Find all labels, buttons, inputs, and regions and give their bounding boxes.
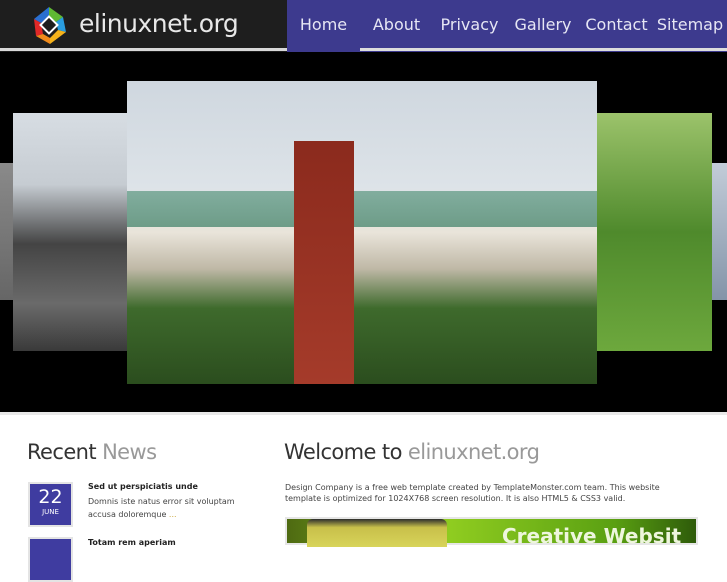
header: elinuxnet.org Home About Privacy Gallery…	[0, 0, 727, 52]
promo-banner[interactable]: Creative Websit	[285, 517, 698, 548]
header-divider	[0, 48, 287, 51]
recent-news-heading: Recent News	[27, 440, 157, 464]
palace-roof	[127, 191, 597, 227]
welcome-heading: Welcome to elinuxnet.org	[284, 440, 540, 464]
welcome-text: Design Company is a free web template cr…	[285, 483, 660, 503]
slider-divider	[0, 412, 727, 415]
nav-home[interactable]: Home	[287, 0, 360, 52]
slide-forest[interactable]	[597, 113, 712, 351]
slide-kremlin[interactable]	[127, 81, 597, 384]
nav-gallery[interactable]: Gallery	[506, 0, 580, 52]
news-date-badge	[28, 537, 73, 582]
nav-about[interactable]: About	[360, 0, 433, 52]
nav-sitemap[interactable]: Sitemap	[653, 0, 727, 52]
red-tower	[294, 141, 354, 384]
nav-contact[interactable]: Contact	[580, 0, 653, 52]
nav-underline	[360, 48, 727, 51]
site-name[interactable]: elinuxnet.org	[79, 9, 239, 38]
slide-city[interactable]	[13, 113, 128, 351]
main-nav: Home About Privacy Gallery Contact Sitem…	[287, 0, 727, 52]
nav-privacy[interactable]: Privacy	[433, 0, 506, 52]
news-text: Domnis iste natus error sit voluptam acc…	[88, 497, 235, 519]
slide-far-right[interactable]	[712, 163, 727, 300]
logo-icon[interactable]	[28, 4, 70, 46]
device-image	[307, 519, 447, 547]
news-title[interactable]: Totam rem aperiam	[88, 538, 176, 547]
read-more-link[interactable]: ...	[169, 510, 177, 519]
banner-text: Creative Websit	[502, 524, 682, 548]
news-date-badge: 22 JUNE	[28, 482, 73, 527]
news-title[interactable]: Sed ut perspiciatis unde	[88, 482, 198, 491]
slide-far-left[interactable]	[0, 163, 14, 300]
